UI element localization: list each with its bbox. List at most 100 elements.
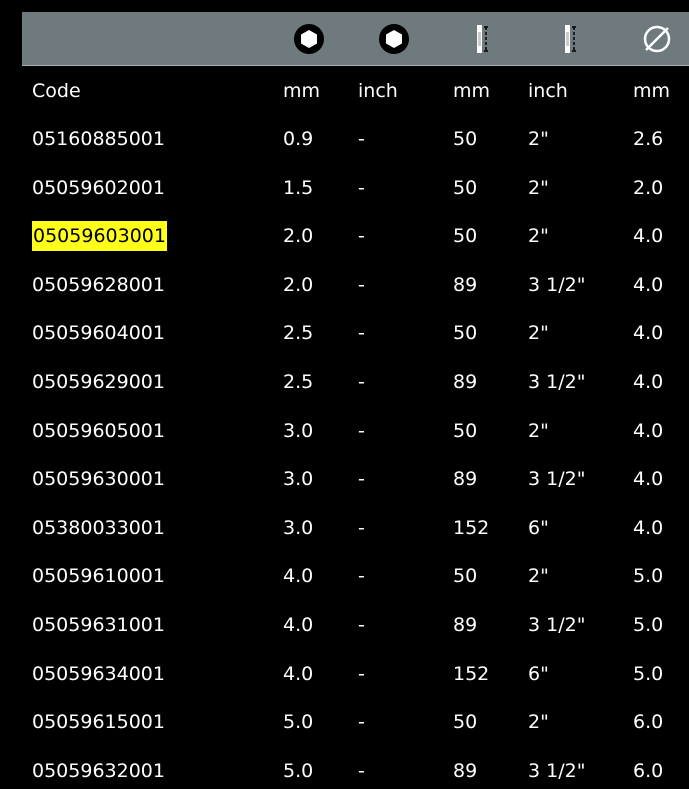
cell-code[interactable]: 05059615001 bbox=[32, 707, 165, 737]
cell-diameter-mm: 5.0 bbox=[633, 662, 664, 685]
table-row: 05380033001 3.0 - 152 6" 4.0 bbox=[0, 513, 689, 543]
cell-length-inch: 2" bbox=[528, 711, 549, 734]
header-code: Code bbox=[32, 80, 81, 102]
cell-diameter-mm: 5.0 bbox=[633, 614, 664, 636]
table-row: 05059615001 5.0 - 50 2" 6.0 bbox=[0, 707, 689, 737]
cell-size-inch: - bbox=[358, 468, 365, 491]
cell-diameter-mm: 4.0 bbox=[633, 468, 664, 491]
cell-size-mm: 5.0 bbox=[283, 711, 314, 734]
cell-size-mm: 0.9 bbox=[283, 128, 314, 150]
cell-size-mm: 3.0 bbox=[283, 419, 314, 442]
cell-size-inch: - bbox=[358, 273, 365, 296]
cell-code[interactable]: 05059605001 bbox=[32, 416, 165, 446]
cell-code[interactable]: 05059603001 bbox=[32, 221, 167, 252]
table-row: 05059603001 2.0 - 50 2" 4.0 bbox=[0, 221, 689, 252]
cell-diameter-mm: 5.0 bbox=[633, 565, 664, 588]
cell-code[interactable]: 05059631001 bbox=[32, 610, 165, 640]
cell-code[interactable]: 05059604001 bbox=[32, 318, 165, 348]
cell-code[interactable]: 05059634001 bbox=[32, 659, 165, 689]
cell-diameter-mm: 2.6 bbox=[633, 128, 664, 150]
cell-size-mm: 2.5 bbox=[283, 371, 314, 393]
cell-diameter-mm: 4.0 bbox=[633, 273, 664, 296]
table-row: 05160885001 0.9 - 50 2" 2.6 bbox=[0, 124, 689, 154]
cell-code[interactable]: 05059602001 bbox=[32, 173, 165, 203]
cell-diameter-mm: 4.0 bbox=[633, 371, 664, 393]
hex-socket-icon bbox=[379, 24, 409, 54]
table-row: 05059605001 3.0 - 50 2" 4.0 bbox=[0, 416, 689, 446]
hex-socket-icon bbox=[294, 24, 324, 54]
cell-size-inch: - bbox=[358, 662, 365, 685]
cell-length-mm: 50 bbox=[453, 322, 478, 345]
cell-length-inch: 2" bbox=[528, 225, 549, 248]
bit-length-icon bbox=[477, 25, 488, 53]
cell-code[interactable]: 05059630001 bbox=[32, 464, 165, 494]
header-size-mm: mm bbox=[283, 80, 321, 102]
cell-size-mm: 1.5 bbox=[283, 176, 314, 199]
cell-code[interactable]: 05059628001 bbox=[32, 270, 165, 300]
cell-size-inch: - bbox=[358, 516, 365, 539]
cell-size-mm: 5.0 bbox=[283, 759, 314, 782]
cell-length-inch: 3 1/2" bbox=[528, 759, 586, 782]
icon-header-bar bbox=[22, 12, 689, 66]
cell-length-mm: 50 bbox=[453, 419, 478, 442]
cell-length-mm: 89 bbox=[453, 759, 478, 782]
table-row: 05059634001 4.0 - 152 6" 5.0 bbox=[0, 659, 689, 689]
cell-code[interactable]: 05160885001 bbox=[32, 124, 165, 154]
header-size-inch: inch bbox=[358, 80, 398, 102]
cell-size-mm: 4.0 bbox=[283, 565, 314, 588]
cell-length-mm: 152 bbox=[453, 516, 490, 539]
cell-size-mm: 4.0 bbox=[283, 614, 314, 636]
table-row: 05059631001 4.0 - 89 3 1/2" 5.0 bbox=[0, 610, 689, 640]
cell-length-mm: 50 bbox=[453, 225, 478, 248]
cell-length-inch: 3 1/2" bbox=[528, 614, 586, 636]
column-header-row: Code mm inch mm inch mm bbox=[0, 76, 689, 106]
table-row: 05059632001 5.0 - 89 3 1/2" 6.0 bbox=[0, 756, 689, 786]
cell-size-inch: - bbox=[358, 128, 365, 150]
cell-size-inch: - bbox=[358, 371, 365, 393]
cell-length-inch: 6" bbox=[528, 662, 549, 685]
cell-size-mm: 2.0 bbox=[283, 225, 314, 248]
cell-length-inch: 2" bbox=[528, 128, 549, 150]
cell-size-inch: - bbox=[358, 565, 365, 588]
cell-length-mm: 50 bbox=[453, 128, 478, 150]
table-row: 05059630001 3.0 - 89 3 1/2" 4.0 bbox=[0, 464, 689, 494]
cell-size-inch: - bbox=[358, 711, 365, 734]
cell-length-mm: 50 bbox=[453, 565, 478, 588]
table-row: 05059602001 1.5 - 50 2" 2.0 bbox=[0, 173, 689, 203]
cell-length-mm: 50 bbox=[453, 711, 478, 734]
cell-code[interactable]: 05059632001 bbox=[32, 756, 165, 786]
cell-size-mm: 3.0 bbox=[283, 516, 314, 539]
cell-length-inch: 6" bbox=[528, 516, 549, 539]
header-diameter-mm: mm bbox=[633, 80, 671, 102]
table-row: 05059604001 2.5 - 50 2" 4.0 bbox=[0, 318, 689, 348]
cell-diameter-mm: 4.0 bbox=[633, 516, 664, 539]
cell-diameter-mm: 6.0 bbox=[633, 711, 664, 734]
cell-diameter-mm: 6.0 bbox=[633, 759, 664, 782]
cell-length-mm: 50 bbox=[453, 176, 478, 199]
cell-length-mm: 89 bbox=[453, 614, 478, 636]
cell-size-inch: - bbox=[358, 419, 365, 442]
cell-length-inch: 3 1/2" bbox=[528, 273, 586, 296]
header-length-mm: mm bbox=[453, 80, 491, 102]
cell-size-inch: - bbox=[358, 176, 365, 199]
spec-table: Code mm inch mm inch mm 05160885001 0.9 - 5… bbox=[0, 0, 689, 789]
cell-size-mm: 2.5 bbox=[283, 322, 314, 345]
cell-diameter-mm: 2.0 bbox=[633, 176, 664, 199]
cell-size-inch: - bbox=[358, 225, 365, 248]
cell-length-inch: 2" bbox=[528, 565, 549, 588]
cell-length-inch: 2" bbox=[528, 176, 549, 199]
cell-code[interactable]: 05380033001 bbox=[32, 513, 165, 543]
cell-length-inch: 3 1/2" bbox=[528, 468, 586, 491]
cell-length-mm: 89 bbox=[453, 468, 478, 491]
cell-code[interactable]: 05059629001 bbox=[32, 367, 165, 397]
cell-length-mm: 152 bbox=[453, 662, 490, 685]
cell-size-inch: - bbox=[358, 759, 365, 782]
cell-diameter-mm: 4.0 bbox=[633, 322, 664, 345]
cell-size-mm: 3.0 bbox=[283, 468, 314, 491]
cell-size-mm: 4.0 bbox=[283, 662, 314, 685]
cell-length-mm: 89 bbox=[453, 273, 478, 296]
cell-size-mm: 2.0 bbox=[283, 273, 314, 296]
cell-code[interactable]: 05059610001 bbox=[32, 561, 165, 591]
cell-length-inch: 2" bbox=[528, 322, 549, 345]
table-row: 05059628001 2.0 - 89 3 1/2" 4.0 bbox=[0, 270, 689, 300]
